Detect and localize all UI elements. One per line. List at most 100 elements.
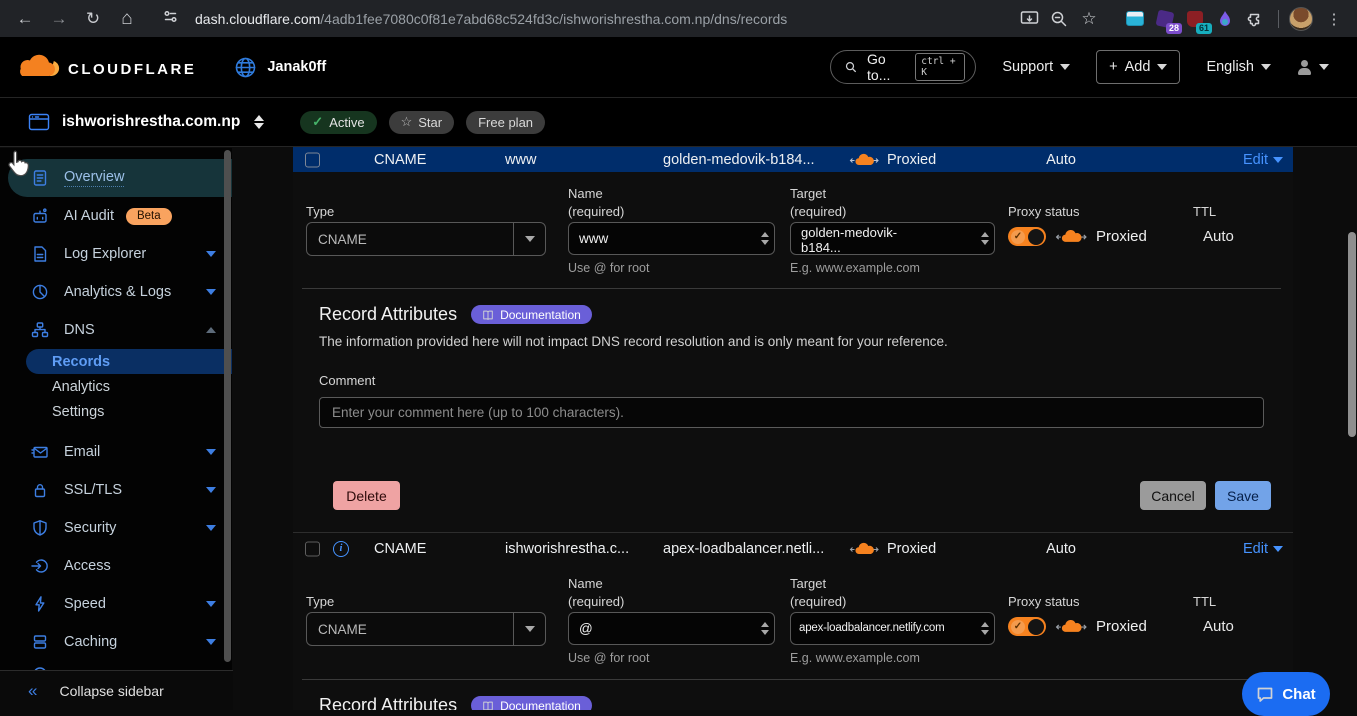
sidebar-item-ssl-tls[interactable]: SSL/TLS xyxy=(0,471,232,509)
cloudflare-wordmark: CLOUDFLARE xyxy=(68,61,196,78)
documentation-badge[interactable]: Documentation xyxy=(471,696,592,710)
sidebar-item-access[interactable]: Access xyxy=(0,547,232,585)
cast-icon[interactable] xyxy=(1016,6,1042,32)
edit-record-button[interactable]: Edit xyxy=(1243,541,1283,557)
proxy-status-label: Proxy status xyxy=(1008,593,1080,611)
book-icon xyxy=(482,700,494,711)
record-checkbox[interactable] xyxy=(305,152,320,167)
documentation-badge[interactable]: Documentation xyxy=(471,305,592,324)
sidebar-item-caching[interactable]: Caching xyxy=(0,623,232,661)
comment-input-wrap xyxy=(319,397,1264,428)
dns-record-row[interactable]: i CNAME ishworishrestha.c... apex-loadba… xyxy=(293,532,1293,564)
edit-record-button[interactable]: Edit xyxy=(1243,152,1283,168)
zone-bar: ishworishrestha.com.np ✓ Active ☆ Star F… xyxy=(0,98,1357,147)
sidebar-item-dns-settings[interactable]: Settings xyxy=(0,399,232,424)
sidebar-scrollbar[interactable] xyxy=(224,150,231,662)
site-settings-icon[interactable] xyxy=(162,8,179,30)
analytics-icon xyxy=(30,283,50,301)
chevron-down-icon xyxy=(1273,546,1283,552)
sidebar-item-log-explorer[interactable]: Log Explorer xyxy=(0,235,232,273)
name-input[interactable] xyxy=(569,223,774,254)
cancel-button[interactable]: Cancel xyxy=(1140,481,1206,510)
type-select[interactable]: CNAME xyxy=(306,612,546,646)
extension-red-icon[interactable]: 61 xyxy=(1182,6,1208,32)
star-badge[interactable]: ☆ Star xyxy=(389,111,455,134)
profile-avatar[interactable] xyxy=(1289,7,1313,31)
proxy-toggle[interactable]: ✓ xyxy=(1008,617,1046,636)
add-button[interactable]: + Add xyxy=(1096,50,1180,84)
proxy-toggle[interactable]: ✓ xyxy=(1008,227,1046,246)
ttl-label: TTL xyxy=(1193,203,1216,221)
sidebar-item-speed[interactable]: Speed xyxy=(0,585,232,623)
comment-input[interactable] xyxy=(320,398,1263,427)
target-required: (required) xyxy=(790,204,846,219)
sidebar-item-dns-analytics[interactable]: Analytics xyxy=(0,374,232,399)
home-icon[interactable]: ⌂ xyxy=(110,8,144,30)
back-icon[interactable]: ← xyxy=(8,9,42,29)
reload-icon[interactable]: ↻ xyxy=(76,9,110,29)
user-icon xyxy=(1297,60,1312,75)
sidebar-item-analytics-logs[interactable]: Analytics & Logs xyxy=(0,273,232,311)
dns-record-row-selected[interactable]: CNAME www golden-medovik-b184... Proxied… xyxy=(293,147,1293,172)
chevron-down-icon xyxy=(1261,64,1271,70)
collapse-sidebar-button[interactable]: « Collapse sidebar xyxy=(0,670,233,710)
sidebar-item-ai-audit[interactable]: AI Audit Beta xyxy=(0,197,232,235)
collapse-icon: « xyxy=(28,681,37,701)
support-menu[interactable]: Support xyxy=(1002,59,1070,75)
type-select[interactable]: CNAME xyxy=(306,222,546,256)
search-icon xyxy=(845,60,857,74)
extension-purple-icon[interactable]: 28 xyxy=(1152,6,1178,32)
sidebar-item-overview[interactable]: Overview xyxy=(8,159,232,197)
proxied-cloud-icon xyxy=(1055,229,1087,244)
address-bar[interactable]: dash.cloudflare.com/4adb1fee7080c0f81e7a… xyxy=(162,8,1016,30)
goto-label: Go to... xyxy=(867,51,905,83)
comment-label: Comment xyxy=(319,373,1293,388)
book-icon xyxy=(482,309,494,321)
sidebar-item-partial xyxy=(0,661,232,670)
info-icon[interactable]: i xyxy=(333,541,349,557)
sidebar-item-email[interactable]: Email xyxy=(0,433,232,471)
name-label: Name xyxy=(568,576,603,591)
divider xyxy=(302,288,1281,289)
name-input[interactable] xyxy=(569,613,774,644)
extension-flame-icon[interactable] xyxy=(1212,6,1238,32)
bookmark-star-icon[interactable]: ☆ xyxy=(1076,6,1102,32)
sidebar-item-security[interactable]: Security xyxy=(0,509,232,547)
plan-badge: Free plan xyxy=(466,111,545,134)
stepper-icons[interactable] xyxy=(981,613,989,644)
goto-search[interactable]: Go to... ctrl + K xyxy=(830,50,976,84)
chevron-down-icon xyxy=(206,289,216,295)
delete-button[interactable]: Delete xyxy=(333,481,400,510)
stepper-icons[interactable] xyxy=(981,223,989,254)
user-menu[interactable] xyxy=(1297,60,1329,75)
target-input[interactable]: golden-medovik-b184... xyxy=(790,222,995,255)
zone-switcher-icon[interactable] xyxy=(254,115,264,129)
select-arrow-icon xyxy=(513,223,545,255)
sidebar-item-dns[interactable]: DNS xyxy=(0,311,232,349)
sidebar-item-dns-records[interactable]: Records xyxy=(26,349,232,374)
account-selector[interactable]: Janak0ff xyxy=(234,56,326,79)
extension-printer-icon[interactable] xyxy=(1122,6,1148,32)
goto-shortcut: ctrl + K xyxy=(915,53,965,81)
proxied-text: Proxied xyxy=(1096,618,1147,635)
record-checkbox[interactable] xyxy=(305,541,320,556)
toggle-check-icon: ✓ xyxy=(1011,230,1025,244)
chevron-down-icon xyxy=(206,525,216,531)
browser-menu-icon[interactable]: ⋮ xyxy=(1317,10,1351,28)
caching-icon xyxy=(30,633,50,651)
cloudflare-logo[interactable]: CLOUDFLARE xyxy=(14,54,196,80)
extensions-puzzle-icon[interactable] xyxy=(1242,6,1268,32)
zoom-icon[interactable] xyxy=(1046,6,1072,32)
language-menu[interactable]: English xyxy=(1206,59,1271,75)
page-scrollbar[interactable] xyxy=(1348,232,1356,437)
record-target: golden-medovik-b184... xyxy=(663,152,815,168)
chevron-down-icon xyxy=(206,601,216,607)
target-input[interactable]: apex-loadbalancer.netlify.com xyxy=(790,612,995,645)
record-attributes-description: The information provided here will not i… xyxy=(319,334,1293,349)
target-label: Target xyxy=(790,186,826,201)
chat-button[interactable]: Chat xyxy=(1242,672,1330,716)
forward-icon[interactable]: → xyxy=(42,9,76,29)
save-button[interactable]: Save xyxy=(1215,481,1271,510)
stepper-icons[interactable] xyxy=(761,223,769,254)
stepper-icons[interactable] xyxy=(761,613,769,644)
